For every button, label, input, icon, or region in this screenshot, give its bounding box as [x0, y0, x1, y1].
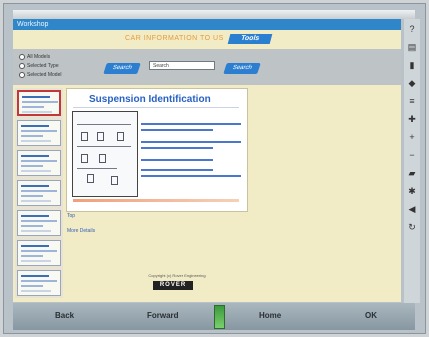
- option-label: All Models: [27, 54, 51, 60]
- zoom-in-icon[interactable]: +: [406, 131, 418, 143]
- text-line: [141, 141, 241, 143]
- thumbnail-page[interactable]: [17, 270, 61, 296]
- thumbnail-page[interactable]: [17, 150, 61, 176]
- search-button-left[interactable]: Search: [103, 63, 141, 74]
- options-bar: All Models Selected Type Selected Model …: [13, 49, 401, 85]
- gear-icon[interactable]: ✱: [406, 185, 418, 197]
- zoom-out-icon[interactable]: −: [406, 149, 418, 161]
- list-icon[interactable]: ≡: [406, 95, 418, 107]
- text-line: [141, 175, 241, 177]
- radio-icon[interactable]: [19, 72, 25, 78]
- option-selected-model[interactable]: Selected Model: [19, 72, 61, 78]
- link-top[interactable]: Top: [67, 213, 75, 219]
- top-strip: [13, 10, 415, 19]
- text-line: [141, 129, 213, 131]
- model-dropdown[interactable]: Search: [149, 61, 215, 70]
- refresh-icon[interactable]: ↻: [406, 221, 418, 233]
- print-icon[interactable]: ▤: [406, 41, 418, 53]
- right-toolbar: ? ▤ ▮ ◆ ≡ ✚ + − ▰ ✱ ◀ ↻: [404, 19, 420, 303]
- suspension-diagram: [72, 111, 138, 197]
- home-button[interactable]: Home: [259, 311, 281, 320]
- content-area: CAR INFORMATION TO US Tools All Models S…: [13, 30, 401, 302]
- text-line: [141, 147, 213, 149]
- option-all-models[interactable]: All Models: [19, 54, 50, 60]
- thumbnail-strip: [15, 88, 63, 298]
- car-icon[interactable]: ▰: [406, 167, 418, 179]
- divider: [73, 107, 239, 108]
- page-footer-bar: [73, 199, 239, 202]
- text-line: [141, 169, 213, 171]
- copyright-text: Copyright (c) Rover Engineering: [148, 273, 206, 278]
- option-label: Selected Model: [27, 72, 62, 78]
- ok-button[interactable]: OK: [365, 311, 377, 320]
- thumbnail-page[interactable]: [17, 210, 61, 236]
- search-button-right[interactable]: Search: [223, 63, 261, 74]
- text-line: [141, 159, 213, 161]
- text-line: [141, 123, 241, 125]
- radio-icon[interactable]: [19, 54, 25, 60]
- nav-bar: Back Forward Home OK: [13, 303, 415, 330]
- option-label: Selected Type: [27, 63, 59, 69]
- status-indicator: [214, 305, 225, 329]
- tools-icon[interactable]: ✚: [406, 113, 418, 125]
- document-page: Suspension Identification: [66, 88, 248, 212]
- forward-button[interactable]: Forward: [147, 311, 179, 320]
- back-button[interactable]: Back: [55, 311, 74, 320]
- banner-badge[interactable]: Tools: [227, 34, 273, 44]
- help-icon[interactable]: ?: [406, 23, 418, 35]
- banner-text: CAR INFORMATION TO US: [125, 35, 224, 42]
- thumbnail-page[interactable]: [17, 240, 61, 266]
- pin-icon[interactable]: ◆: [406, 77, 418, 89]
- window-title: Workshop: [13, 19, 401, 30]
- radio-icon[interactable]: [19, 63, 25, 69]
- option-selected-type[interactable]: Selected Type: [19, 63, 59, 69]
- bookmark-icon[interactable]: ▮: [406, 59, 418, 71]
- link-more-details[interactable]: More Details: [67, 228, 95, 234]
- thumbnail-page[interactable]: [17, 90, 61, 116]
- banner: CAR INFORMATION TO US Tools: [13, 34, 401, 45]
- thumbnail-page[interactable]: [17, 120, 61, 146]
- page-title: Suspension Identification: [89, 94, 211, 105]
- back-icon[interactable]: ◀: [406, 203, 418, 215]
- thumbnail-page[interactable]: [17, 180, 61, 206]
- brand-logo: ROVER: [153, 281, 193, 290]
